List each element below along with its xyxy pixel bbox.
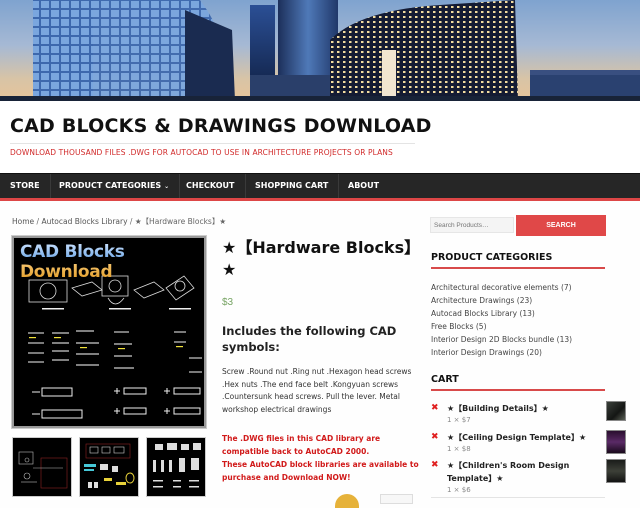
product-categories-list: Architectural decorative elements (7) Ar… [431, 281, 572, 359]
payment-badge-icon [335, 494, 359, 508]
compatibility-note: The .DWG files in this CAD library are c… [222, 432, 422, 484]
cart-item-quantity: 1 × $7 [447, 416, 471, 424]
thumbnail-drawing [153, 443, 201, 488]
nav-item-checkout[interactable]: CHECKOUT [176, 174, 246, 198]
remove-item-icon[interactable]: ✖ [431, 402, 439, 413]
breadcrumb: Home / Autocad Blocks Library / ★【Hardwa… [12, 216, 226, 227]
product-description: Screw .Round nut .Ring nut .Hexagon head… [222, 367, 412, 414]
site-header: CAD BLOCKS & DRAWINGS DOWNLOAD DOWNLOAD … [0, 101, 640, 173]
breadcrumb-category-link[interactable]: Autocad Blocks Library [41, 217, 127, 226]
cart-heading-rule [431, 389, 605, 391]
nav-item-shopping-cart[interactable]: SHOPPING CART [245, 174, 340, 198]
category-link[interactable]: Architectural decorative elements (7) [431, 281, 572, 294]
category-link[interactable]: Interior Design Drawings (20) [431, 346, 572, 359]
nav-item-about[interactable]: ABOUT [338, 174, 389, 198]
cart-heading: CART [431, 374, 459, 385]
nav-item-label: SHOPPING CART [255, 181, 329, 190]
nav-item-label: CHECKOUT [186, 181, 235, 190]
breadcrumb-home-link[interactable]: Home [12, 217, 34, 226]
cart-item-quantity: 1 × $6 [447, 486, 471, 494]
nav-item-label: PRODUCT CATEGORIES [59, 181, 162, 190]
thumbnail-drawing [84, 443, 135, 488]
category-link[interactable]: Architecture Drawings (23) [431, 294, 572, 307]
cart-item-thumbnail[interactable] [606, 430, 626, 454]
cart-item-name[interactable]: ★【Ceiling Design Template】★ [447, 431, 607, 444]
product-thumbnail[interactable] [12, 437, 72, 497]
header-banner-image [0, 0, 640, 101]
search-button[interactable]: SEARCH [516, 215, 606, 236]
product-price: $3 [222, 297, 234, 308]
cart-item-thumbnail[interactable] [606, 401, 626, 421]
categories-heading-rule [431, 267, 605, 269]
nav-item-product-categories[interactable]: PRODUCT CATEGORIES ⌄ [49, 174, 181, 198]
site-tagline: DOWNLOAD THOUSAND FILES .DWG FOR AUTOCAD… [10, 148, 393, 157]
category-link[interactable]: Free Blocks (5) [431, 320, 572, 333]
product-categories-heading: PRODUCT CATEGORIES [431, 252, 553, 263]
breadcrumb-separator: / [127, 217, 135, 226]
quantity-input[interactable] [380, 494, 413, 504]
thumbnail-drawing [18, 451, 68, 489]
cart-item-thumbnail[interactable] [606, 459, 626, 483]
cart-item: ✖ ★【Ceiling Design Template】★ 1 × $8 [431, 431, 611, 455]
product-image-caption: CAD Blocks Download [20, 242, 204, 282]
includes-heading: Includes the following CAD symbols: [222, 324, 397, 354]
nav-item-store[interactable]: STORE [0, 174, 51, 198]
nav-item-label: ABOUT [348, 181, 380, 190]
remove-item-icon[interactable]: ✖ [431, 459, 439, 470]
site-title[interactable]: CAD BLOCKS & DRAWINGS DOWNLOAD [10, 115, 432, 137]
cart-item: ✖ ★【Children's Room Design Template】★ 1 … [431, 459, 611, 497]
breadcrumb-current: ★【Hardware Blocks】★ [134, 217, 227, 226]
cart-item: ✖ ★【Building Details】★ 1 × $7 [431, 402, 611, 426]
product-main-image[interactable]: CAD Blocks Download [11, 235, 207, 429]
cart-item-quantity: 1 × $8 [447, 445, 471, 453]
product-thumbnail[interactable] [79, 437, 139, 497]
compatibility-note-line: The .DWG files in this CAD library are c… [222, 434, 381, 456]
category-link[interactable]: Interior Design 2D Blocks bundle (13) [431, 333, 572, 346]
cart-divider [431, 497, 605, 498]
product-title: ★【Hardware Blocks】★ [222, 238, 421, 279]
product-thumbnail[interactable] [146, 437, 206, 497]
remove-item-icon[interactable]: ✖ [431, 431, 439, 442]
main-navigation: STORE PRODUCT CATEGORIES ⌄ CHECKOUT SHOPP… [0, 173, 640, 198]
chevron-down-icon: ⌄ [164, 183, 170, 190]
nav-item-label: STORE [10, 181, 40, 190]
purchase-note-line: These AutoCAD block libraries are availa… [222, 460, 419, 482]
cart-item-name[interactable]: ★【Building Details】★ [447, 402, 607, 415]
title-divider [10, 143, 415, 144]
nav-accent-bar [0, 198, 640, 201]
category-link[interactable]: Autocad Blocks Library (13) [431, 307, 572, 320]
product-search-input[interactable] [430, 217, 514, 233]
cart-item-name[interactable]: ★【Children's Room Design Template】★ [447, 459, 607, 485]
